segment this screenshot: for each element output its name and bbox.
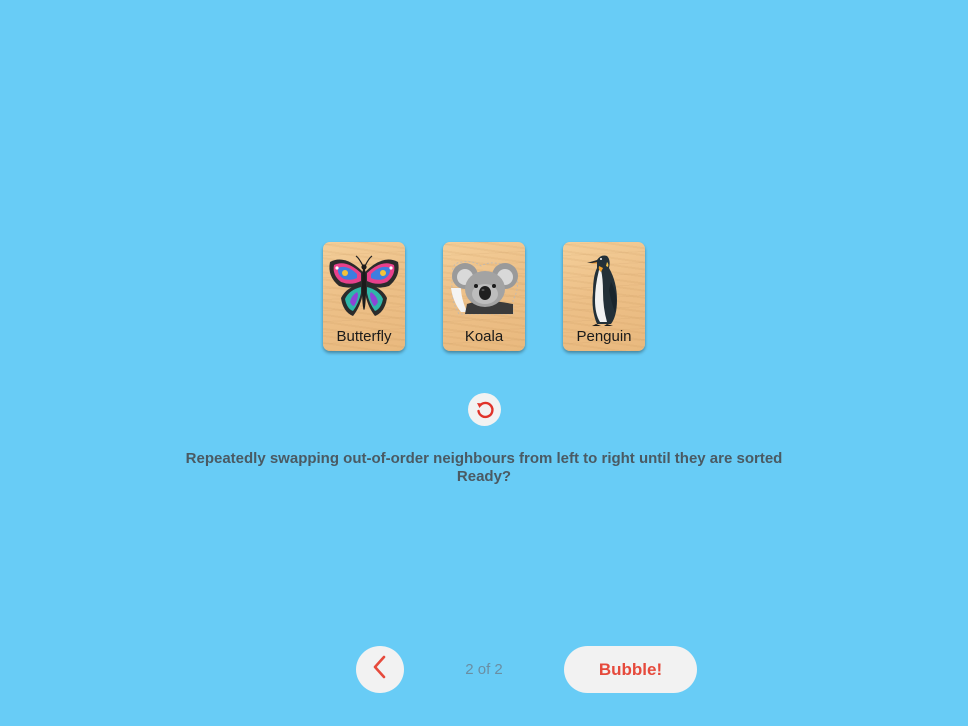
bubble-button[interactable]: Bubble! bbox=[564, 646, 697, 693]
penguin-icon bbox=[563, 246, 645, 328]
reset-icon bbox=[474, 399, 496, 421]
card-butterfly[interactable]: Butterfly bbox=[323, 242, 405, 351]
koala-icon bbox=[443, 246, 525, 328]
card-penguin[interactable]: Penguin bbox=[563, 242, 645, 351]
card-label: Butterfly bbox=[336, 328, 392, 345]
back-button[interactable] bbox=[356, 646, 404, 693]
card-koala[interactable]: Koala bbox=[443, 242, 525, 351]
card-label: Penguin bbox=[576, 328, 632, 345]
instruction-text: Repeatedly swapping out-of-order neighbo… bbox=[185, 450, 783, 467]
ready-prompt: Ready? bbox=[456, 468, 512, 485]
instructions: Repeatedly swapping out-of-order neighbo… bbox=[0, 450, 968, 486]
card-label: Koala bbox=[464, 328, 504, 345]
cards-row: Butterfly Koala Penguin bbox=[0, 242, 968, 354]
butterfly-icon bbox=[323, 246, 405, 328]
reset-button[interactable] bbox=[468, 393, 501, 426]
chevron-left-icon bbox=[370, 654, 390, 685]
page-indicator: 2 of 2 bbox=[465, 661, 503, 678]
